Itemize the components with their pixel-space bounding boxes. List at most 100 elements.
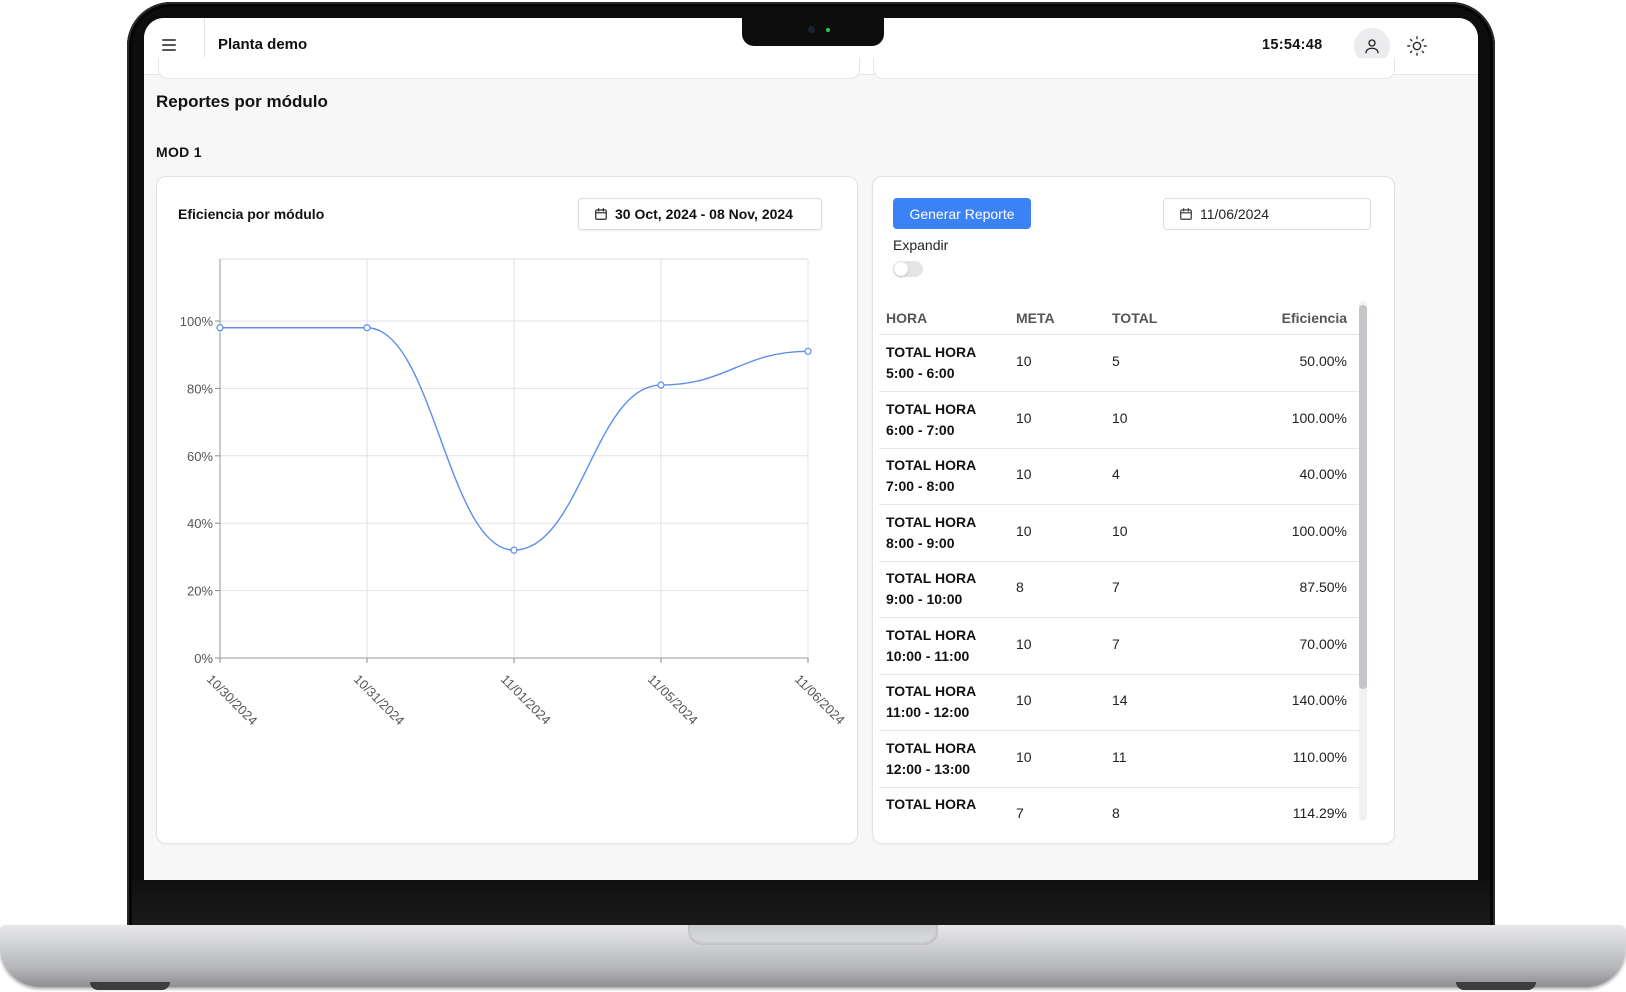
cell-total: 10 (1112, 409, 1128, 426)
column-header-eficiencia: Eficiencia (1281, 310, 1347, 326)
section-title: Reportes por módulo (156, 92, 328, 111)
table-row: TOTAL HORA 11:00 - 12:00 10 14 140.00% (879, 674, 1361, 731)
data-point (657, 381, 665, 389)
cell-total: 4 (1112, 466, 1120, 482)
y-tick-label: 20% (187, 584, 213, 599)
table-scrollbar[interactable] (1359, 301, 1367, 821)
cell-meta: 10 (1016, 522, 1032, 539)
report-date-text: 11/06/2024 (1200, 206, 1270, 222)
sun-icon (1407, 36, 1427, 56)
app-screen: Planta demo 15:54:48 Reportes por módulo… (144, 18, 1478, 880)
laptop-base-notch (688, 925, 938, 945)
camera-indicator-light (826, 28, 830, 32)
cell-total: 5 (1112, 353, 1120, 369)
data-point (363, 324, 371, 332)
cell-meta: 10 (1016, 635, 1032, 652)
toggle-knob (894, 262, 908, 276)
cell-hora-label: TOTAL HORA (886, 513, 977, 530)
y-tick-label: 60% (187, 449, 213, 464)
cell-hora-range: 7:00 - 8:00 (886, 478, 955, 494)
cell-hora: TOTAL HORA 7:00 - 8:00 (886, 455, 976, 497)
cell-total: 10 (1112, 522, 1128, 539)
table-row: TOTAL HORA 12:00 - 13:00 10 11 110.00% (879, 731, 1361, 788)
cell-hora: TOTAL HORA 9:00 - 10:00 (886, 568, 976, 610)
cell-hora-range: 8:00 - 9:00 (886, 534, 955, 551)
cell-hora: TOTAL HORA 10:00 - 11:00 (886, 625, 976, 667)
report-date-picker[interactable]: 11/06/2024 (1163, 198, 1371, 230)
cell-meta: 10 (1016, 748, 1032, 765)
data-point (804, 347, 812, 355)
cell-hora: TOTAL HORA 12:00 - 13:00 (886, 738, 976, 780)
user-icon (1365, 39, 1379, 54)
y-tick-label: 100% (180, 314, 214, 329)
table-scrollbar-thumb[interactable] (1359, 305, 1367, 689)
cell-hora-label: TOTAL HORA (886, 344, 977, 360)
cell-eficiencia: 100.00% (1291, 522, 1347, 539)
cell-eficiencia: 40.00% (1299, 466, 1347, 482)
cell-eficiencia: 87.50% (1299, 579, 1347, 595)
x-tick-label: 10/31/2024 (351, 672, 408, 729)
camera-notch (742, 18, 884, 46)
cell-hora-range: 10:00 - 11:00 (886, 647, 970, 664)
table-header: HORA META TOTAL Eficiencia (879, 301, 1361, 335)
expand-label: Expandir (893, 237, 949, 253)
module-title: MOD 1 (156, 144, 202, 160)
cell-total: 11 (1112, 748, 1127, 765)
cell-meta: 10 (1016, 409, 1032, 426)
table-row: TOTAL HORA 6:00 - 7:00 10 10 100.00% (879, 392, 1361, 449)
table-row: TOTAL HORA 7 8 114.29% (879, 787, 1361, 821)
cell-hora: TOTAL HORA 6:00 - 7:00 (886, 399, 976, 441)
x-tick-label: 11/01/2024 (498, 672, 554, 728)
cell-hora-label: TOTAL HORA (886, 796, 977, 812)
cell-eficiencia: 114.29% (1292, 805, 1347, 821)
menu-icon[interactable] (162, 39, 176, 51)
clock: 15:54:48 (1262, 37, 1323, 53)
y-tick-label: 80% (187, 381, 213, 396)
cell-hora-range: 9:00 - 10:00 (886, 591, 963, 607)
cell-hora-range: 11:00 - 12:00 (886, 704, 970, 720)
cell-hora-range: 6:00 - 7:00 (886, 421, 955, 438)
cell-meta: 10 (1016, 353, 1032, 369)
cell-hora: TOTAL HORA 8:00 - 9:00 (886, 512, 976, 554)
cell-eficiencia: 70.00% (1299, 635, 1347, 652)
cell-total: 7 (1112, 579, 1120, 595)
cell-eficiencia: 140.00% (1291, 692, 1347, 708)
table-row: TOTAL HORA 5:00 - 6:00 10 5 50.00% (879, 335, 1361, 392)
generate-report-button[interactable]: Generar Reporte (893, 198, 1031, 229)
table-row: TOTAL HORA 9:00 - 10:00 8 7 87.50% (879, 561, 1361, 618)
x-tick-label: 11/05/2024 (645, 672, 701, 728)
efficiency-chart-card: Eficiencia por módulo 30 Oct, 2024 - 08 … (156, 176, 858, 844)
cell-total: 14 (1112, 692, 1128, 708)
y-tick-label: 40% (187, 516, 213, 531)
table-row: TOTAL HORA 7:00 - 8:00 10 4 40.00% (879, 448, 1361, 505)
cell-eficiencia: 100.00% (1291, 409, 1347, 426)
laptop-foot-right (1456, 982, 1536, 990)
cell-hora-label: TOTAL HORA (886, 400, 977, 417)
camera-lens (808, 26, 815, 33)
column-header-hora: HORA (886, 310, 928, 326)
cell-hora-label: TOTAL HORA (886, 457, 977, 473)
cell-hora: TOTAL HORA 11:00 - 12:00 (886, 681, 976, 723)
cell-meta: 10 (1016, 692, 1032, 708)
cell-meta: 10 (1016, 466, 1032, 482)
cell-hora-range: 5:00 - 6:00 (886, 365, 955, 381)
table-row: TOTAL HORA 10:00 - 11:00 10 7 70.00% (879, 618, 1361, 675)
cell-total: 8 (1112, 805, 1120, 821)
plant-title: Planta demo (218, 36, 308, 53)
cell-eficiencia: 110.00% (1292, 748, 1347, 765)
data-point (510, 546, 518, 554)
laptop-chin (132, 880, 1490, 928)
data-point (216, 324, 224, 332)
report-table: HORA META TOTAL Eficiencia TOTAL HORA 5:0… (879, 301, 1361, 821)
cell-hora-label: TOTAL HORA (886, 683, 977, 699)
y-tick-label: 0% (194, 651, 213, 666)
expand-toggle[interactable] (893, 261, 923, 277)
previous-card-edge (873, 58, 1395, 79)
table-row: TOTAL HORA 8:00 - 9:00 10 10 100.00% (879, 505, 1361, 562)
column-header-meta: META (1016, 310, 1055, 326)
cell-hora: TOTAL HORA 5:00 - 6:00 (886, 342, 976, 384)
cell-meta: 8 (1016, 579, 1024, 595)
cell-hora-range: 12:00 - 13:00 (886, 760, 971, 777)
previous-card-edge (158, 58, 860, 79)
theme-toggle-button[interactable] (1406, 35, 1428, 57)
